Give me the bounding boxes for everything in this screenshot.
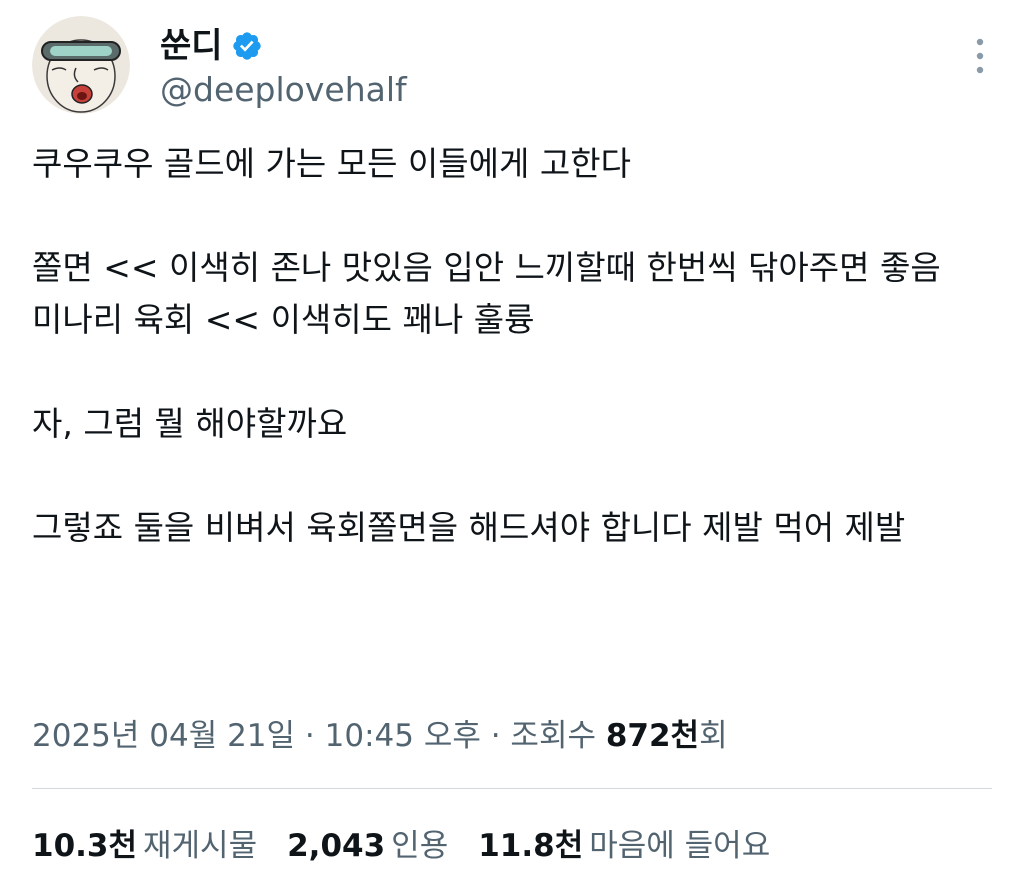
retweets-stat[interactable]: 10.3천 재게시물 xyxy=(32,822,257,870)
tweet-meta: 2025년 04월 21일 · 10:45 오후 · 조회수 872천회 xyxy=(32,712,728,760)
retweets-count: 10.3천 xyxy=(32,828,138,864)
tweet-date[interactable]: 2025년 04월 21일 xyxy=(32,718,295,754)
meta-separator: · xyxy=(295,718,325,754)
author-handle[interactable]: @deeplovehalf xyxy=(160,68,407,112)
retweets-label: 재게시물 xyxy=(143,828,258,864)
tweet-text: 쿠우쿠우 골드에 가는 모든 이들에게 고한다 쫄면 << 이색히 존나 맛있음… xyxy=(32,144,941,547)
more-vertical-icon[interactable] xyxy=(968,34,992,78)
tweet-header: 쑨디 @deeplovehalf xyxy=(32,16,992,116)
quotes-label: 인용 xyxy=(391,828,449,864)
views-suffix: 회 xyxy=(699,718,728,754)
views-count: 872천 xyxy=(605,718,700,754)
likes-stat[interactable]: 11.8천 마음에 들어요 xyxy=(478,822,770,870)
verified-badge-icon xyxy=(232,32,261,60)
quotes-stat[interactable]: 2,043 인용 xyxy=(287,822,448,870)
meta-separator: · xyxy=(480,718,511,754)
tweet-time[interactable]: 10:45 오후 xyxy=(325,718,481,754)
divider xyxy=(32,788,992,789)
author-name-row: 쑨디 xyxy=(160,24,263,68)
engagement-stats: 10.3천 재게시물 2,043 인용 11.8천 마음에 들어요 xyxy=(32,822,800,870)
likes-count: 11.8천 xyxy=(478,828,584,864)
author-display-name[interactable]: 쑨디 xyxy=(160,24,223,68)
likes-label: 마음에 들어요 xyxy=(589,828,771,864)
avatar[interactable] xyxy=(32,16,130,114)
avatar-face-icon xyxy=(32,16,130,114)
quotes-count: 2,043 xyxy=(287,828,386,864)
views-label: 조회수 xyxy=(510,718,606,754)
